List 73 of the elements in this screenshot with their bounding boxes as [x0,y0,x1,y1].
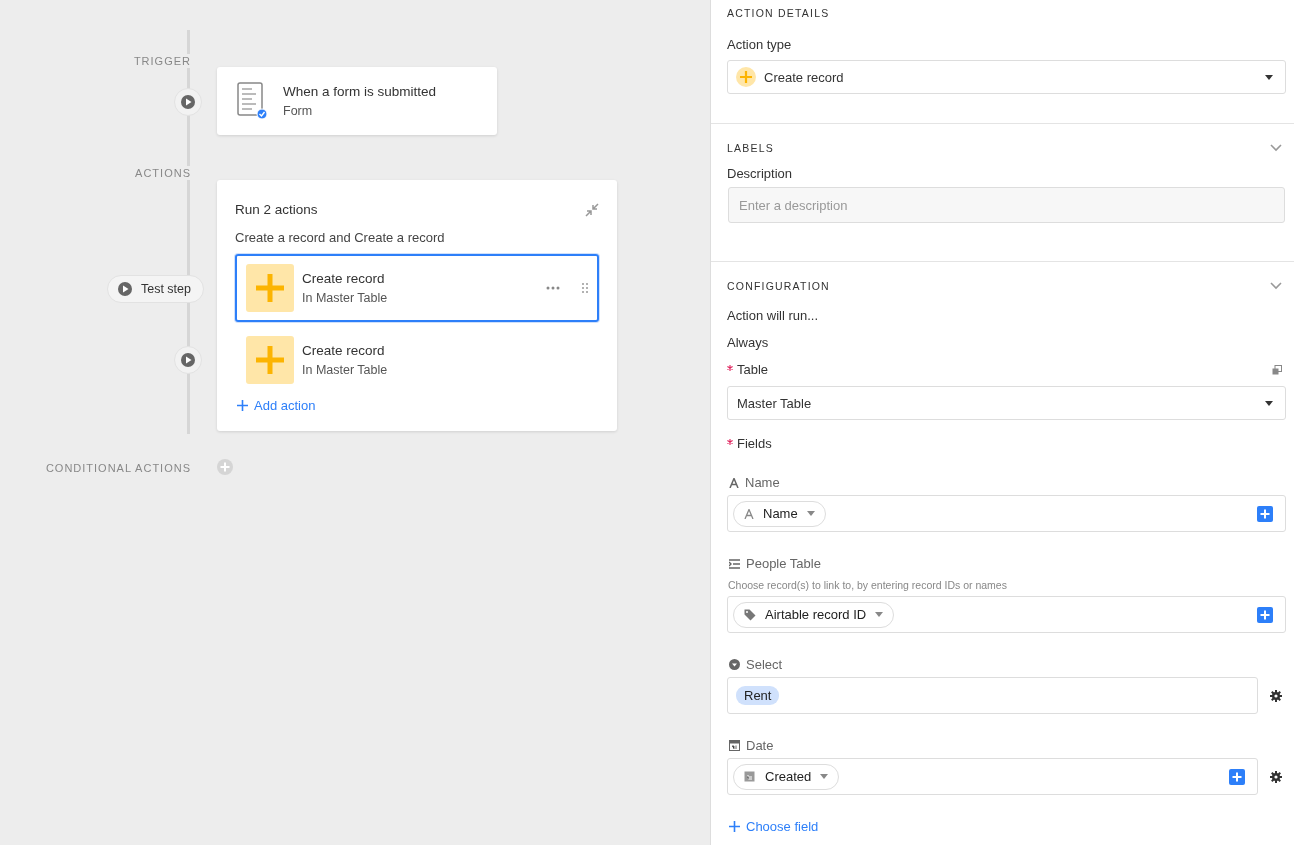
field-label: Fields [737,436,772,451]
chevron-icon[interactable] [1270,144,1282,152]
add-button-icon[interactable] [1257,505,1273,522]
tag-icon [744,608,756,621]
plus-icon [729,821,740,832]
plus-icon [246,336,294,384]
field-label: Action will run... [727,308,820,323]
chevron-icon[interactable] [1270,282,1282,290]
caret-icon [806,511,815,516]
caret-icon [1265,400,1273,406]
field-label: Description [727,166,794,181]
run-condition: Always [727,335,770,350]
test-step-button[interactable]: Test step [106,275,204,303]
field-label: Name [745,475,780,490]
drag-handle-icon[interactable] [582,283,588,293]
plus-icon [736,67,756,87]
trigger-type: Form [283,104,314,118]
caret-icon [1265,74,1273,80]
settings-icon[interactable] [1270,689,1282,702]
add-action-link[interactable]: Add action [237,398,316,413]
field-label: Select [746,657,783,672]
token-field[interactable]: Name [727,495,1286,532]
collapse-icon[interactable] [585,202,599,217]
form-icon [237,82,267,120]
actions-title: Run 2 actions [235,202,318,217]
field-hint: Choose record(s) to link to, by entering record IDs or names [728,579,1008,591]
action-table: In Master Table [302,363,588,377]
action-title: Create record [302,343,386,358]
play-icon [116,281,133,297]
calendar-icon [729,740,740,751]
add-button-icon[interactable] [1257,606,1273,623]
section-heading: ACTION DETAILS [727,7,831,19]
play-icon [180,93,196,110]
calendar-icon [744,770,756,783]
table-dropdown[interactable]: Master Table [727,386,1286,420]
plus-icon [237,400,248,411]
action-type-dropdown[interactable]: Create record [727,60,1286,94]
choose-field-link[interactable]: Choose field [729,819,819,834]
action-item[interactable]: Create record In Master Table [235,326,599,394]
description-field[interactable]: Enter a description [728,187,1285,223]
action-title: Create record [302,271,386,286]
plus-icon [246,264,294,312]
more-icon[interactable] [546,286,560,290]
action-table: In Master Table [302,291,538,305]
trigger-title: When a form is submitted [283,84,437,99]
text-type-icon [744,508,754,519]
field-token[interactable]: Airtable record ID [733,601,895,628]
actions-description: Create a record and Create a record [235,230,446,245]
play-icon [180,352,196,368]
token-field[interactable]: Created [727,758,1258,795]
add-button-icon[interactable] [1229,768,1245,785]
text-type-icon [729,477,739,488]
action-item[interactable]: Create record In Master Table [235,254,599,322]
dropdown-type-icon [729,659,740,670]
section-heading: LABELS [727,142,774,154]
trigger-card[interactable]: When a form is submitted Form [217,67,497,135]
field-label: Table [737,362,769,377]
field-label: Action type [727,37,793,52]
caret-icon [875,612,884,617]
section-heading: CONFIGURATION [727,280,830,292]
option-chip: Rent [736,686,780,705]
settings-icon[interactable] [1270,770,1282,783]
token-field[interactable]: Airtable record ID [727,596,1286,633]
field-label: People Table [746,556,821,571]
caret-icon [820,774,829,779]
list-icon [729,558,740,569]
field-token[interactable]: Name [733,500,826,527]
select-field[interactable]: Rent [727,677,1258,714]
field-label: Date [746,738,774,753]
field-token[interactable]: Created [733,763,840,790]
run-button[interactable] [174,346,202,374]
run-button[interactable] [174,87,202,116]
open-window-icon[interactable] [1272,364,1282,375]
